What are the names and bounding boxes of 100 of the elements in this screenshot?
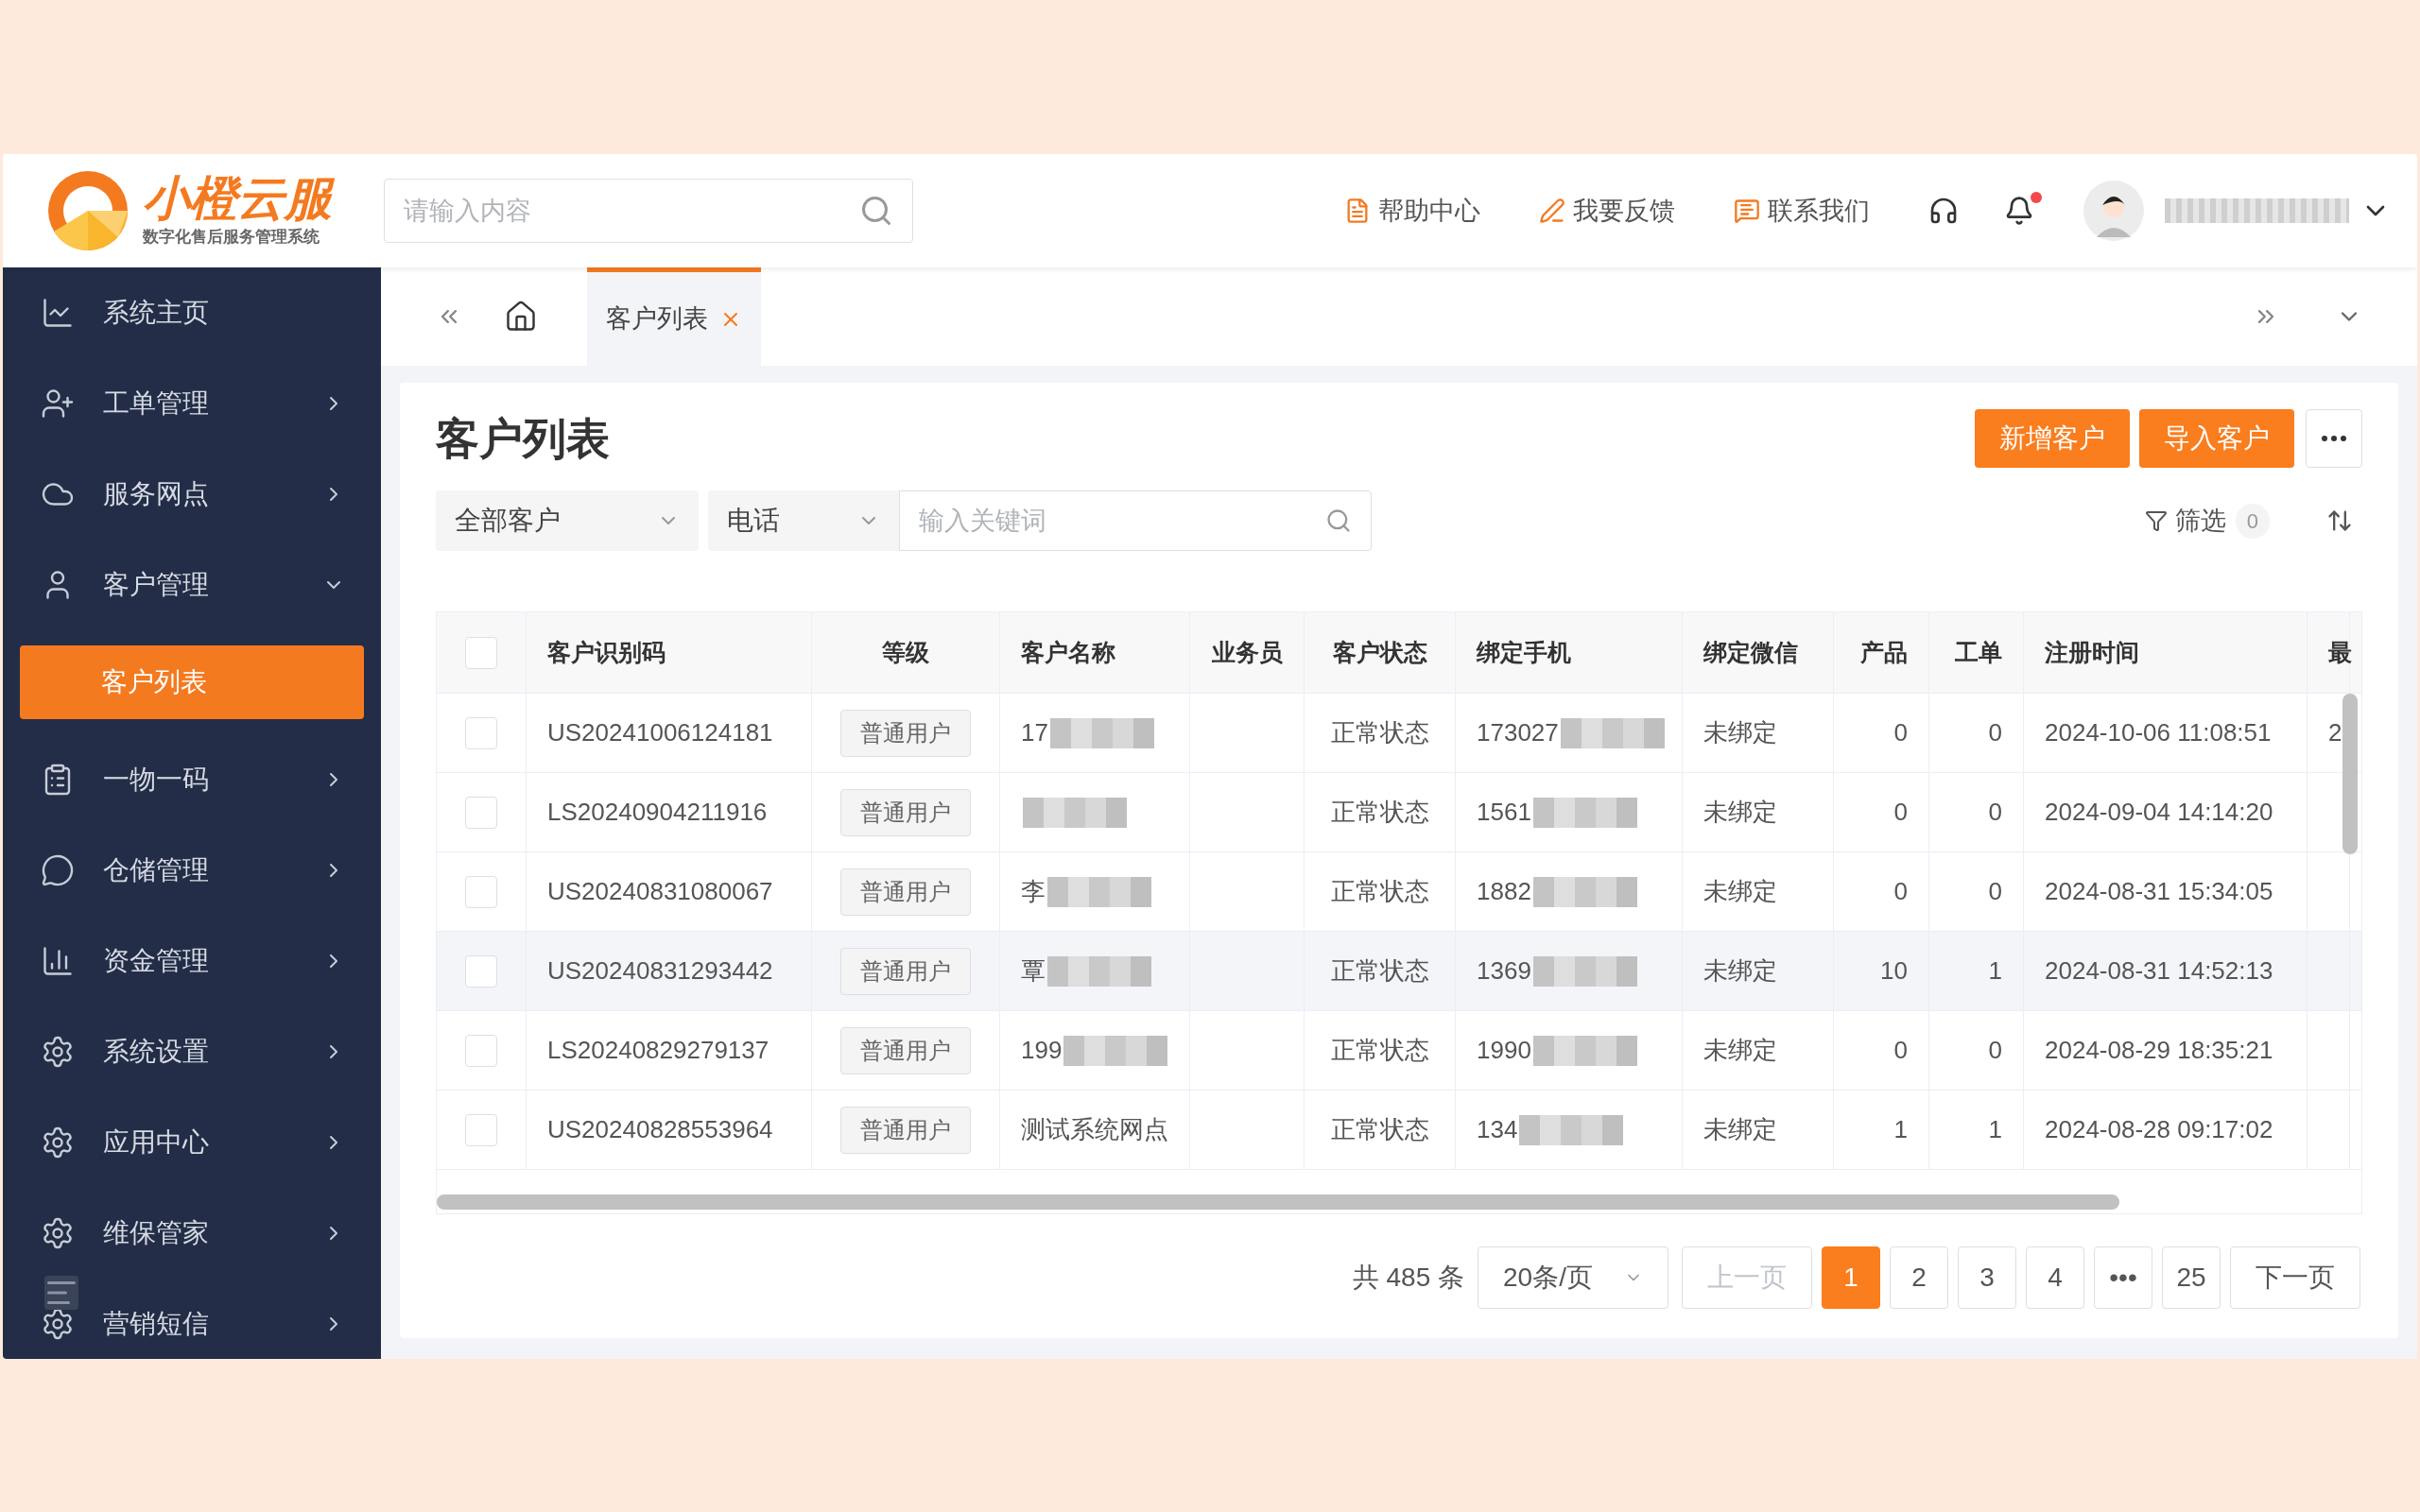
- column-header: 客户状态: [1332, 637, 1427, 667]
- level-tag: 普通用户: [840, 788, 971, 836]
- table-cell-text: 2024-08-31 15:34:05: [2045, 876, 2273, 907]
- table-row[interactable]: LS20240904211916 普通用户 正常状态 1561 未绑定 0 0 2024-09-04 14:14:20: [437, 773, 2361, 852]
- search-icon[interactable]: [859, 194, 893, 228]
- table-cell-text: 2024-08-28 09:17:02: [2045, 1114, 2273, 1145]
- column-header: 绑定手机: [1477, 637, 1571, 667]
- row-checkbox[interactable]: [465, 954, 497, 988]
- column-header: 绑定微信: [1703, 637, 1798, 667]
- keyword-field[interactable]: 输入关键词: [919, 491, 1325, 550]
- column-header: 产品: [1860, 637, 1908, 667]
- sidebar-item[interactable]: 系统设置: [3, 1006, 381, 1097]
- table-cell-text: 正常状态: [1330, 955, 1429, 987]
- page-button[interactable]: 4: [2026, 1246, 2084, 1309]
- horizontal-scrollbar[interactable]: [437, 1194, 2119, 1210]
- column-header: 注册时间: [2045, 637, 2139, 667]
- row-checkbox[interactable]: [465, 716, 497, 749]
- table-cell-text: 测试系统网点: [1021, 1114, 1168, 1145]
- sidebar-item[interactable]: 应用中心: [3, 1097, 381, 1188]
- table-row[interactable]: US20240828553964 普通用户 测试系统网点 正常状态 134 未绑定 1 1 2024-08-28 09:17:02: [437, 1091, 2361, 1170]
- table-cell-text: 0: [1893, 1035, 1908, 1066]
- table-cell-text: 0: [1988, 717, 2002, 748]
- table-cell-text: 正常状态: [1330, 876, 1429, 907]
- more-button[interactable]: [2306, 409, 2362, 468]
- table-row[interactable]: US20241006124181 普通用户 17 正常状态 173027 未绑定 0 0 2024-10-06 11:08:51 2: [437, 694, 2361, 773]
- select-all-checkbox[interactable]: [465, 636, 497, 669]
- header-link[interactable]: 帮助中心: [1344, 191, 1480, 231]
- table-cell-text: 199: [1021, 1035, 1063, 1066]
- table-cell-text: 覃: [1021, 955, 1046, 987]
- header-link[interactable]: 联系我们: [1734, 191, 1870, 231]
- table-cell-text: 10: [1880, 955, 1908, 987]
- level-tag: 普通用户: [840, 947, 971, 995]
- sidebar-item[interactable]: 工单管理: [3, 358, 381, 449]
- page-size-select[interactable]: 20条/页: [1478, 1246, 1668, 1309]
- table-row[interactable]: LS20240829279137 普通用户 199 正常状态 1990 未绑定 0 0 2024-08-29 18:35:21: [437, 1011, 2361, 1091]
- level-tag: 普通用户: [840, 868, 971, 916]
- filter-icon: [2144, 509, 2168, 532]
- table-cell-text: 正常状态: [1330, 797, 1429, 828]
- vertical-scrollbar[interactable]: [2342, 694, 2358, 854]
- table-cell-text: 0: [1988, 876, 2002, 907]
- keyword-box[interactable]: 输入关键词: [899, 490, 1372, 551]
- row-checkbox[interactable]: [465, 1034, 497, 1067]
- settings-icon: [41, 1125, 75, 1160]
- table-cell-text: LS20240904211916: [547, 797, 768, 828]
- search-icon[interactable]: [1325, 507, 1352, 534]
- filter-button[interactable]: 筛选: [2144, 501, 2226, 541]
- bar-chart-icon: [41, 944, 75, 978]
- tab[interactable]: 客户列表: [587, 267, 761, 366]
- collapse-icon[interactable]: [44, 1276, 78, 1310]
- row-checkbox[interactable]: [465, 1113, 497, 1146]
- table-row[interactable]: US20240831293442 普通用户 覃 正常状态 1369 未绑定 10 1 2024-08-31 14:52:13: [437, 932, 2361, 1011]
- scope-select[interactable]: 全部客户: [436, 490, 699, 551]
- sidebar-item[interactable]: 系统主页: [3, 267, 381, 358]
- sidebar-item[interactable]: 客户管理: [3, 540, 381, 630]
- search-field[interactable]: 请输入内容: [404, 180, 859, 242]
- total-count: 共 485 条: [1352, 1262, 1464, 1294]
- field-select[interactable]: 电话: [708, 490, 899, 551]
- column-header: 客户名称: [1021, 637, 1115, 667]
- table-cell-text: 未绑定: [1703, 876, 1777, 907]
- sidebar-item[interactable]: 一物一码: [3, 734, 381, 825]
- sidebar-item[interactable]: 仓储管理: [3, 825, 381, 916]
- table-cell-text: 2024-10-06 11:08:51: [2045, 717, 2272, 748]
- table-cell-text: 2024-08-31 14:52:13: [2045, 955, 2273, 987]
- page-button[interactable]: 25: [2162, 1246, 2221, 1309]
- more-icon: [2322, 436, 2346, 441]
- bell-icon[interactable]: [2004, 196, 2034, 226]
- table-cell-text: 0: [1893, 717, 1908, 748]
- table-cell-text: 1882: [1477, 876, 1531, 907]
- table-cell-text: 未绑定: [1703, 1114, 1777, 1145]
- headset-icon[interactable]: [1928, 196, 1959, 226]
- table-cell-text: LS20240829279137: [547, 1035, 769, 1066]
- column-header: 等级: [882, 637, 929, 667]
- table-cell-text: 1: [1988, 1114, 2002, 1145]
- column-header: 业务员: [1211, 637, 1283, 667]
- level-tag: 普通用户: [840, 1026, 971, 1074]
- sidebar-item[interactable]: 营销短信: [3, 1279, 381, 1359]
- table-cell-text: 正常状态: [1330, 1114, 1429, 1145]
- header-link[interactable]: 我要反馈: [1539, 191, 1675, 231]
- table-row[interactable]: US20240831080067 普通用户 李 正常状态 1882 未绑定 0 0 2024-08-31 15:34:05: [437, 852, 2361, 932]
- table-cell-text: US20240828553964: [547, 1114, 773, 1145]
- table-cell-text: 0: [1893, 876, 1908, 907]
- table-cell-text: 1: [1988, 955, 2002, 987]
- home-icon[interactable]: [504, 300, 538, 334]
- settings-icon: [41, 1216, 75, 1250]
- row-checkbox[interactable]: [465, 875, 497, 908]
- table-cell-text: US20240831080067: [547, 876, 773, 907]
- table-cell-text: 0: [1988, 797, 2002, 828]
- chart-icon: [41, 296, 75, 330]
- page-button[interactable]: •••: [2094, 1246, 2152, 1309]
- avatar-icon[interactable]: [2083, 180, 2144, 241]
- table-cell-text: US20240831293442: [547, 955, 773, 987]
- row-checkbox[interactable]: [465, 796, 497, 829]
- sidebar-item[interactable]: 服务网点: [3, 449, 381, 540]
- page-button[interactable]: 3: [1958, 1246, 2016, 1309]
- table-cell-text: 未绑定: [1703, 797, 1777, 828]
- sidebar-item[interactable]: 维保管家: [3, 1188, 381, 1279]
- page-button[interactable]: 2: [1890, 1246, 1948, 1309]
- sidebar-item[interactable]: 资金管理: [3, 916, 381, 1006]
- next-page-button[interactable]: 下一页: [2230, 1246, 2360, 1309]
- search-box[interactable]: 请输入内容: [384, 179, 913, 243]
